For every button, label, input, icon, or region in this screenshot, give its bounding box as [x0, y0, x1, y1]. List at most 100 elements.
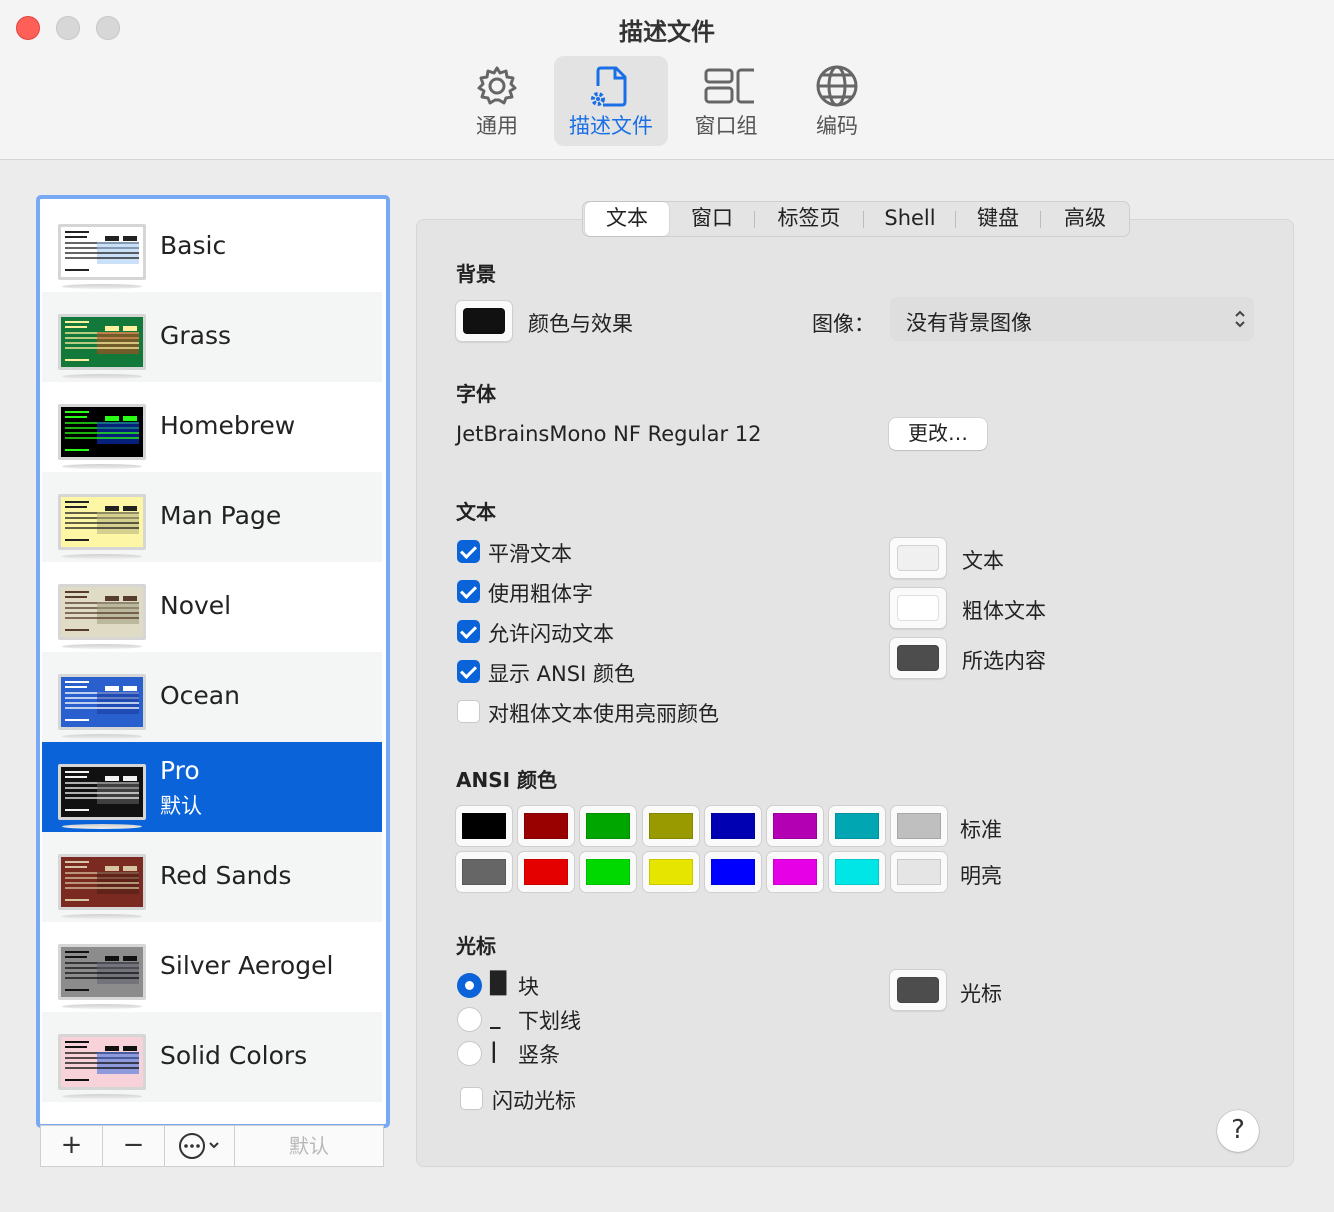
- thumbnail-shadow: [62, 374, 142, 379]
- tab-advanced[interactable]: 高级: [1043, 202, 1127, 236]
- ansi-bright-color-well[interactable]: [766, 851, 824, 893]
- thumbnail-shadow: [62, 824, 142, 829]
- help-button[interactable]: ?: [1217, 1110, 1259, 1152]
- profile-preview-thumbnail: [58, 404, 146, 460]
- profile-name: Grass: [160, 321, 232, 350]
- ansi-bright-color-well[interactable]: [455, 851, 513, 893]
- toolbar-window-groups[interactable]: 窗口组: [670, 56, 782, 146]
- background-image-label: 图像：: [812, 312, 875, 336]
- text-option-checkbox[interactable]: [457, 660, 480, 683]
- tab-keyboard[interactable]: 键盘: [957, 202, 1039, 236]
- text-option-label: 使用粗体字: [488, 582, 593, 606]
- blink-cursor-checkbox[interactable]: [460, 1087, 483, 1110]
- profile-name: Basic: [160, 231, 227, 260]
- profile-item[interactable]: Ocean: [42, 652, 382, 742]
- ansi-normal-color-well[interactable]: [890, 805, 949, 847]
- profile-item[interactable]: Novel: [42, 562, 382, 652]
- ansi-color-swatch: [897, 813, 942, 839]
- ansi-normal-color-well[interactable]: [828, 805, 887, 847]
- text-option-checkbox[interactable]: [457, 580, 480, 603]
- blink-cursor-label: 闪动光标: [492, 1089, 576, 1113]
- text-option-checkbox[interactable]: [457, 540, 480, 563]
- gear-icon: [477, 66, 517, 105]
- cursor-color-swatch: [897, 977, 939, 1003]
- profile-item[interactable]: Grass: [42, 292, 382, 382]
- ansi-color-swatch: [648, 859, 693, 885]
- profile-item[interactable]: Red Sands: [42, 832, 382, 922]
- background-image-value: 没有背景图像: [906, 311, 1032, 335]
- background-image-popup[interactable]: 没有背景图像: [890, 297, 1254, 341]
- font-section-title: 字体: [456, 382, 496, 406]
- text-option-label: 对粗体文本使用亮丽颜色: [488, 702, 719, 726]
- text-color-label: 所选内容: [962, 649, 1046, 673]
- color-effects-label: 颜色与效果: [528, 312, 633, 336]
- tab-window[interactable]: 窗口: [673, 202, 751, 236]
- profile-item[interactable]: Silver Aerogel: [42, 922, 382, 1012]
- ansi-normal-color-well[interactable]: [455, 805, 513, 847]
- tab-shell[interactable]: Shell: [867, 202, 953, 236]
- toolbar-label: 描述文件: [569, 114, 653, 138]
- set-default-button[interactable]: 默认: [235, 1126, 383, 1166]
- add-profile-button[interactable]: +: [41, 1126, 103, 1166]
- toolbar-encodings[interactable]: 编码: [782, 56, 892, 146]
- ansi-normal-color-well[interactable]: [766, 805, 824, 847]
- change-font-button[interactable]: 更改…: [889, 418, 987, 450]
- ansi-normal-color-well[interactable]: [703, 805, 762, 847]
- more-actions-button[interactable]: [165, 1126, 235, 1166]
- thumbnail-shadow: [62, 734, 142, 739]
- profile-item[interactable]: Basic: [42, 202, 382, 292]
- toolbar-profiles[interactable]: 描述文件: [554, 56, 668, 146]
- ansi-section-title: ANSI 颜色: [456, 768, 558, 792]
- profile-item[interactable]: Man Page: [42, 472, 382, 562]
- cursor-style-radio[interactable]: [457, 1041, 482, 1066]
- profile-preview-thumbnail: [58, 674, 146, 730]
- cursor-color-label: 光标: [960, 982, 1002, 1006]
- text-option-checkbox[interactable]: [457, 620, 480, 643]
- globe-icon: [816, 65, 858, 107]
- window-group-icon: [704, 68, 754, 104]
- toolbar-label: 通用: [476, 114, 518, 138]
- profile-preview-thumbnail: [58, 314, 146, 370]
- profile-preview-thumbnail: [58, 1034, 146, 1090]
- text-color-label: 文本: [962, 549, 1004, 573]
- ansi-bright-color-well[interactable]: [828, 851, 887, 893]
- background-color-well[interactable]: [455, 300, 513, 342]
- background-color-swatch: [463, 308, 505, 334]
- text-color-well[interactable]: [889, 587, 947, 629]
- thumbnail-shadow: [62, 284, 142, 289]
- ansi-normal-color-well[interactable]: [641, 805, 700, 847]
- remove-profile-button[interactable]: −: [103, 1126, 165, 1166]
- profile-item[interactable]: Solid Colors: [42, 1012, 382, 1102]
- thumbnail-shadow: [62, 1004, 142, 1009]
- profile-list[interactable]: Basic Grass Homebrew Man Page Novel Ocean Pro 默…: [36, 195, 390, 1128]
- ansi-bright-color-well[interactable]: [890, 851, 949, 893]
- ansi-bright-color-well[interactable]: [641, 851, 700, 893]
- tab-tabs[interactable]: 标签页: [757, 202, 861, 236]
- ansi-bright-color-well[interactable]: [517, 851, 576, 893]
- text-color-swatch: [897, 645, 939, 671]
- cursor-style-radio[interactable]: [457, 973, 482, 998]
- toolbar-general[interactable]: 通用: [442, 56, 552, 146]
- tab-text[interactable]: 文本: [585, 202, 669, 236]
- profile-name: Solid Colors: [160, 1041, 308, 1070]
- background-section-title: 背景: [456, 262, 496, 286]
- text-color-well[interactable]: [889, 537, 947, 579]
- ansi-normal-color-well[interactable]: [517, 805, 576, 847]
- ansi-bright-color-well[interactable]: [703, 851, 762, 893]
- cursor-color-well[interactable]: [889, 969, 947, 1011]
- thumbnail-shadow: [62, 914, 142, 919]
- ansi-color-swatch: [462, 813, 506, 839]
- profile-item[interactable]: Pro 默认: [42, 742, 382, 832]
- cursor-style-radio[interactable]: [457, 1007, 482, 1032]
- ansi-bright-label: 明亮: [960, 864, 1002, 888]
- text-option-label: 平滑文本: [488, 542, 572, 566]
- profile-item[interactable]: Homebrew: [42, 382, 382, 472]
- profile-name: Man Page: [160, 501, 282, 530]
- ansi-normal-color-well[interactable]: [579, 805, 638, 847]
- ansi-color-swatch: [524, 813, 569, 839]
- text-color-well[interactable]: [889, 637, 947, 679]
- text-section-title: 文本: [456, 500, 496, 524]
- cursor-style-glyph: |: [490, 1039, 498, 1063]
- text-option-checkbox[interactable]: [457, 700, 480, 723]
- ansi-bright-color-well[interactable]: [579, 851, 638, 893]
